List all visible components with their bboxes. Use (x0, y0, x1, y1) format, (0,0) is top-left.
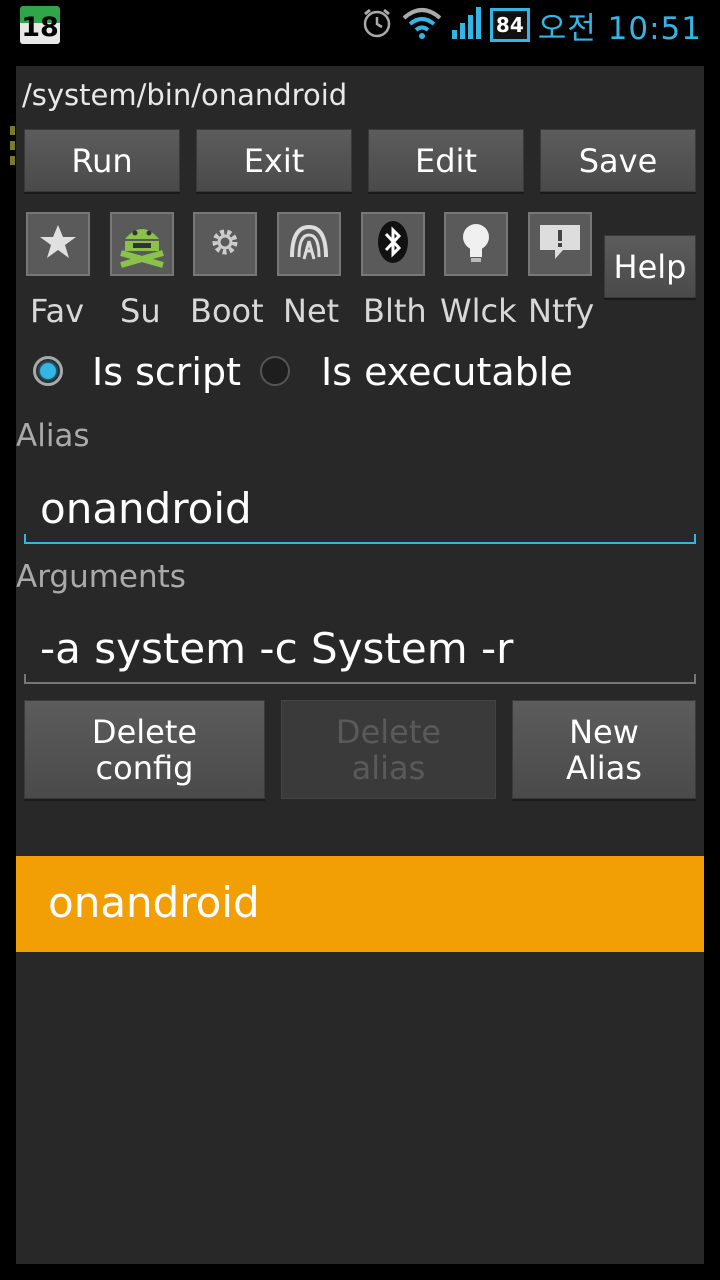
category-label-su: Su (120, 292, 161, 330)
new-alias-line1: New (569, 712, 639, 751)
category-label-fav: Fav (30, 292, 85, 330)
is-executable-radio[interactable] (260, 356, 290, 386)
category-label-wlck: Wlck (440, 292, 517, 330)
category-label-boot: Boot (190, 292, 264, 330)
is-executable-label: Is executable (321, 350, 573, 394)
alias-list-item-label: onandroid (48, 878, 260, 927)
su-category[interactable] (110, 212, 174, 276)
alias-value: onandroid (40, 484, 252, 533)
network-icon (286, 219, 332, 269)
boot-category[interactable] (193, 212, 257, 276)
file-path: /system/bin/onandroid (22, 78, 348, 112)
alias-label: Alias (16, 418, 90, 454)
arguments-input[interactable]: -a system -c System -r (24, 612, 696, 684)
category-label-ntfy: Ntfy (528, 292, 595, 330)
new-alias-button[interactable]: New Alias (512, 700, 696, 799)
notification-badge: 18 (20, 6, 60, 44)
save-button[interactable]: Save (540, 129, 696, 192)
delete-alias-button: Delete alias (281, 700, 496, 799)
alarm-icon (360, 6, 394, 44)
category-label-net: Net (283, 292, 340, 330)
is-script-label: Is script (92, 350, 241, 394)
edit-button[interactable]: Edit (368, 129, 524, 192)
background-terminal (0, 120, 16, 190)
edit-alias-dialog: /system/bin/onandroid Run Exit Edit Save… (16, 66, 704, 1264)
wifi-icon (402, 6, 442, 44)
status-bar: 18 84 오전 10:51 (0, 0, 720, 50)
signal-icon (450, 6, 482, 44)
wakelock-category[interactable] (444, 212, 508, 276)
new-alias-line2: Alias (566, 748, 642, 787)
fav-category[interactable] (26, 212, 90, 276)
arguments-label: Arguments (16, 559, 186, 595)
star-icon (38, 222, 78, 266)
is-script-radio[interactable] (33, 356, 63, 386)
net-category[interactable] (277, 212, 341, 276)
android-su-icon (115, 215, 169, 273)
notify-category[interactable] (528, 212, 592, 276)
category-label-blth: Blth (363, 292, 427, 330)
delete-config-line2: config (95, 748, 194, 787)
delete-config-line1: Delete (91, 712, 198, 751)
bulb-icon (456, 219, 496, 269)
bluetooth-icon (373, 219, 413, 269)
notify-icon (537, 222, 583, 266)
battery-indicator: 84 (489, 8, 530, 42)
help-button[interactable]: Help (604, 235, 696, 298)
delete-config-button[interactable]: Delete config (24, 700, 265, 799)
alias-list-item[interactable]: onandroid (16, 856, 704, 952)
delete-alias-line2: alias (351, 748, 426, 787)
gear-icon (207, 224, 243, 264)
alias-input[interactable]: onandroid (24, 472, 696, 544)
delete-alias-line1: Delete (335, 712, 442, 751)
bluetooth-category[interactable] (361, 212, 425, 276)
run-button[interactable]: Run (24, 129, 180, 192)
arguments-value: -a system -c System -r (40, 624, 514, 673)
exit-button[interactable]: Exit (196, 129, 352, 192)
clock: 오전 10:51 (537, 10, 702, 47)
